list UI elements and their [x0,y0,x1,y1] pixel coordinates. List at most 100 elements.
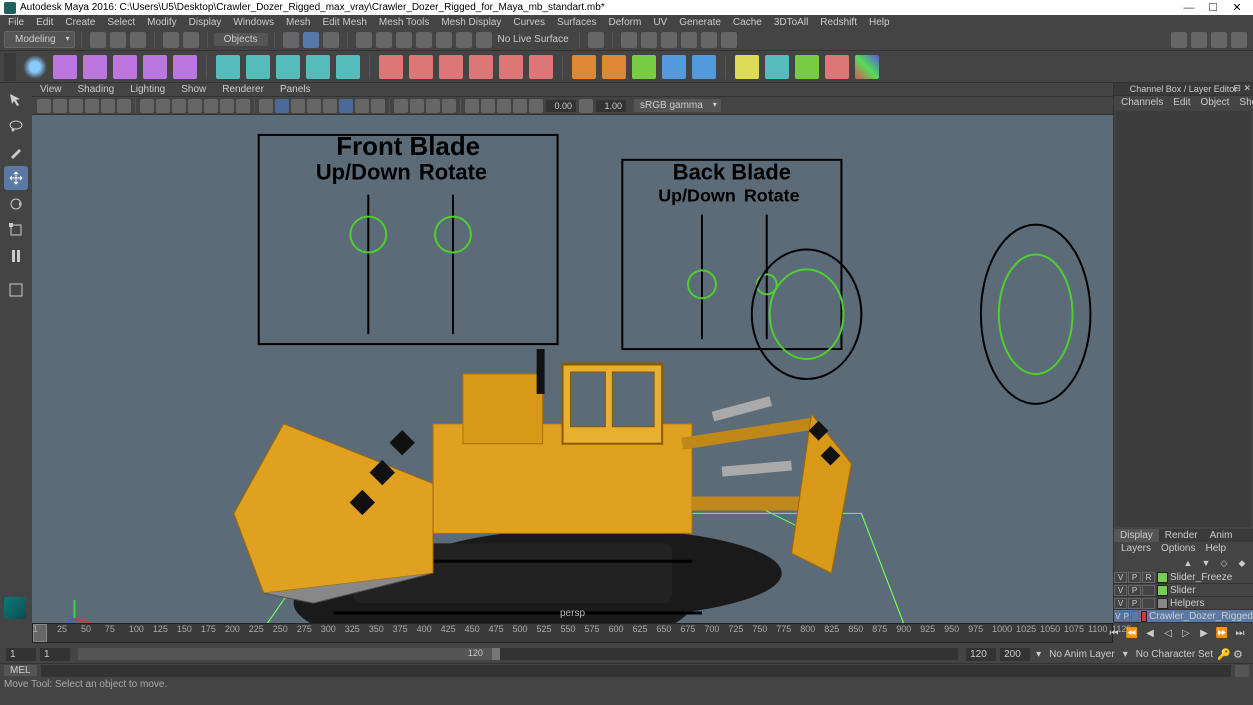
shelf-center-pivot-icon[interactable] [53,55,77,79]
cb-menu-show[interactable]: Show [1234,96,1253,109]
layer-vis-toggle[interactable]: V [1114,585,1127,596]
layer-vis-toggle[interactable]: V [1114,572,1127,583]
cmd-input[interactable] [41,665,1231,677]
shelf-freeze-icon[interactable] [23,55,47,79]
shelf-polycylinder-icon[interactable] [276,55,300,79]
panel-safe-action-icon[interactable] [220,99,234,113]
panel-xray-components-icon[interactable] [442,99,456,113]
close-button[interactable]: ✕ [1225,1,1249,14]
menu-uv[interactable]: UV [647,17,673,28]
layer-vis-toggle[interactable]: V [1114,598,1127,609]
layer-menu-help[interactable]: Help [1200,542,1231,555]
render-settings-icon[interactable] [681,32,697,48]
layer-color-swatch[interactable] [1157,585,1168,596]
shelf-separate-icon[interactable] [632,55,656,79]
layer-row[interactable]: VPCrawler_Dozer_Rigged [1114,610,1253,623]
panel-film-gate-icon[interactable] [156,99,170,113]
panel-viewtransform-icon[interactable] [497,99,511,113]
minimize-button[interactable]: — [1177,2,1201,14]
last-tool[interactable] [4,244,28,268]
layer-row[interactable]: VPHelpers [1114,597,1253,610]
shelf-insert-edge-icon[interactable] [529,55,553,79]
panel-bookmarks-icon[interactable] [69,99,83,113]
layer-color-swatch[interactable] [1157,572,1168,583]
snap-curve-icon[interactable] [376,32,392,48]
viewport[interactable]: Front Blade Up/Down Rotate Back Blade Up… [32,115,1113,623]
layer-movedown-icon[interactable]: ▼ [1198,556,1214,570]
menu-deform[interactable]: Deform [603,17,648,28]
menu-file[interactable]: File [2,17,30,28]
cmd-lang-selector[interactable]: MEL [4,665,37,676]
outliner-layout[interactable] [4,368,28,382]
play-forwards-icon[interactable]: ▷ [1178,625,1194,641]
undo-icon[interactable] [163,32,179,48]
shelf-smooth-icon[interactable] [662,55,686,79]
panel-menu-panels[interactable]: Panels [272,84,319,95]
shelf-bridge-icon[interactable] [439,55,463,79]
move-tool[interactable] [4,166,28,190]
layer-menu-options[interactable]: Options [1156,542,1200,555]
ipr-render-icon[interactable] [641,32,657,48]
snap-point-icon[interactable] [396,32,412,48]
layer-vis-toggle[interactable]: V [1114,611,1122,622]
lasso-tool[interactable] [4,114,28,138]
menu-redshift[interactable]: Redshift [814,17,863,28]
panel-shadows-icon[interactable] [323,99,337,113]
render-frame-icon[interactable] [621,32,637,48]
select-tool[interactable] [4,88,28,112]
redo-icon[interactable] [183,32,199,48]
panel-safe-title-icon[interactable] [236,99,250,113]
hypershade-layout[interactable] [4,400,28,414]
shelf-mirror-icon[interactable] [572,55,596,79]
hypershade-icon[interactable] [701,32,717,48]
paint-select-tool[interactable] [4,140,28,164]
snap-surface-icon[interactable] [436,32,452,48]
layer-menu-layers[interactable]: Layers [1116,542,1156,555]
shelf-multicut-icon[interactable] [469,55,493,79]
select-by-hierarchy-icon[interactable] [323,32,339,48]
shelf-bevel-icon[interactable] [409,55,433,79]
layer-playback-toggle[interactable]: P [1123,611,1131,622]
shelf-color-editor-icon[interactable] [855,55,879,79]
play-backwards-icon[interactable]: ◁ [1160,625,1176,641]
cb-menu-channels[interactable]: Channels [1116,96,1168,109]
menu-mesh-tools[interactable]: Mesh Tools [373,17,435,28]
custom-layout[interactable] [4,432,28,446]
panel-gate-mask-icon[interactable] [188,99,202,113]
layer-tab-anim[interactable]: Anim [1204,529,1239,542]
anim-layer-select[interactable]: No Anim Layer [1049,649,1115,660]
layer-ref-toggle[interactable]: R [1142,572,1155,583]
step-back-frame-icon[interactable]: ◀ [1142,625,1158,641]
step-forward-key-icon[interactable]: ⏩ [1214,625,1230,641]
layer-playback-toggle[interactable]: P [1128,585,1141,596]
rotate-tool[interactable] [4,192,28,216]
persp-graph-layout[interactable] [4,384,28,398]
panel-exposure-icon[interactable] [465,99,479,113]
make-live-icon[interactable] [476,32,492,48]
panel-menu-lighting[interactable]: Lighting [122,84,173,95]
panel-resgate-icon[interactable] [172,99,186,113]
go-to-end-icon[interactable]: ⏭ [1232,625,1248,641]
panel-isolate-icon[interactable] [394,99,408,113]
channel-box-close-icon[interactable]: ⊟ ✕ [1233,83,1251,94]
panel-textured-icon[interactable] [291,99,305,113]
character-set-select[interactable]: No Character Set [1136,649,1213,660]
range-slider[interactable]: 120 [78,648,958,660]
menu-select[interactable]: Select [101,17,141,28]
save-scene-icon[interactable] [130,32,146,48]
panel-background-icon[interactable] [529,99,543,113]
panel-wireframe-icon[interactable] [259,99,273,113]
panel-grease-pencil-icon[interactable] [117,99,131,113]
menu-surfaces[interactable]: Surfaces [551,17,602,28]
menu-cache[interactable]: Cache [727,17,768,28]
shelf-polycube-icon[interactable] [216,55,240,79]
layer-playback-toggle[interactable]: P [1128,598,1141,609]
panel-lock-camera-icon[interactable] [53,99,67,113]
shelf-polytorus-icon[interactable] [336,55,360,79]
maximize-button[interactable]: ☐ [1201,1,1225,14]
panel-xray-icon[interactable] [410,99,424,113]
step-back-key-icon[interactable]: ⏪ [1124,625,1140,641]
layer-new-selected-icon[interactable]: ◆ [1234,556,1250,570]
shelf-polysphere-icon[interactable] [246,55,270,79]
shelf-quad-draw-icon[interactable] [765,55,789,79]
